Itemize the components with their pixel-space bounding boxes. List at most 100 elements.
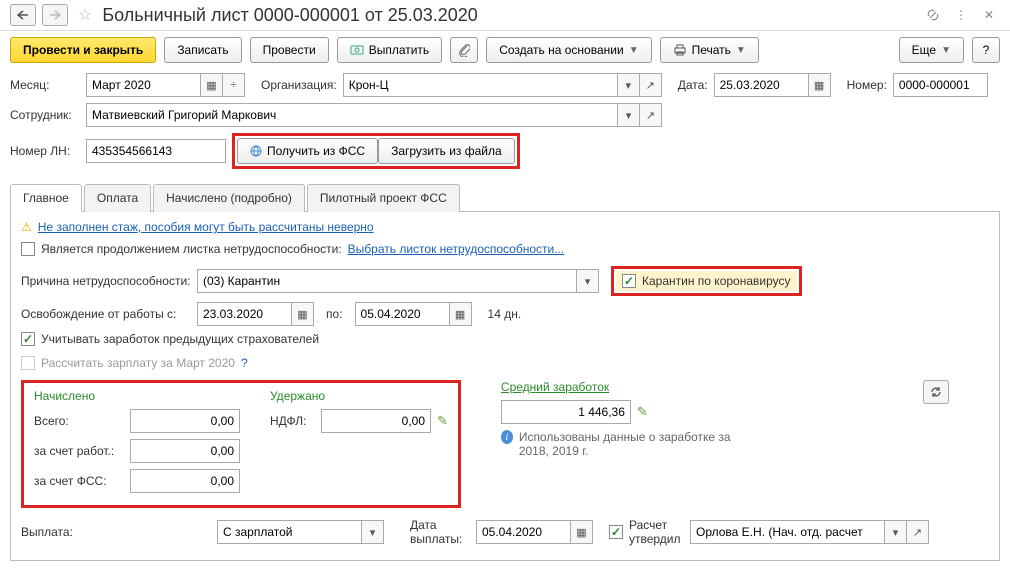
- arrow-left-icon: [17, 10, 29, 20]
- load-file-button[interactable]: Загрузить из файла: [378, 138, 515, 164]
- save-button[interactable]: Записать: [164, 37, 241, 63]
- employer-label: за счет работ.:: [34, 444, 124, 458]
- period-to-input[interactable]: [355, 302, 450, 326]
- continuation-checkbox[interactable]: [21, 242, 35, 256]
- print-label: Печать: [692, 43, 731, 57]
- dropdown-icon[interactable]: ▾: [618, 103, 640, 127]
- avg-input[interactable]: [501, 400, 631, 424]
- employee-label: Сотрудник:: [10, 108, 80, 122]
- org-input[interactable]: [343, 73, 618, 97]
- date-label: Дата:: [678, 78, 708, 92]
- calendar-icon[interactable]: ▦: [571, 520, 593, 544]
- calendar-icon[interactable]: ▦: [450, 302, 472, 326]
- number-label: Номер:: [847, 78, 887, 92]
- calc-salary-help[interactable]: ?: [241, 356, 248, 370]
- help-button[interactable]: ?: [972, 37, 1000, 63]
- paydate-label: Дата выплаты:: [410, 518, 470, 546]
- open-icon[interactable]: ↗: [640, 73, 662, 97]
- period-from-label: Освобождение от работы с:: [21, 307, 191, 321]
- calendar-icon[interactable]: ▦: [292, 302, 314, 326]
- total-label: Всего:: [34, 414, 124, 428]
- print-button[interactable]: Печать ▼: [660, 37, 759, 63]
- period-from-input[interactable]: [197, 302, 292, 326]
- tab-pilot-fss[interactable]: Пилотный проект ФСС: [307, 184, 460, 212]
- printer-icon: [673, 44, 687, 56]
- pencil-icon[interactable]: ✎: [637, 404, 648, 420]
- total-input[interactable]: [130, 409, 240, 433]
- accrued-title: Начислено: [34, 389, 124, 403]
- create-based-button[interactable]: Создать на основании ▼: [486, 37, 651, 63]
- paperclip-icon: [458, 43, 470, 57]
- open-icon[interactable]: ↗: [907, 520, 929, 544]
- chevron-down-icon: ▼: [941, 45, 951, 56]
- period-to-label: по:: [326, 307, 343, 321]
- calc-salary-label: Рассчитать зарплату за Март 2020: [41, 356, 235, 370]
- dropdown-icon[interactable]: ▾: [362, 520, 384, 544]
- tab-accrued-detail[interactable]: Начислено (подробно): [153, 184, 305, 212]
- ndfl-input[interactable]: [321, 409, 431, 433]
- ndfl-label: НДФЛ:: [270, 414, 315, 428]
- globe-icon: [250, 145, 262, 157]
- refresh-icon: [929, 385, 943, 399]
- open-icon[interactable]: ↗: [640, 103, 662, 127]
- ln-input[interactable]: [86, 139, 226, 163]
- approved-checkbox[interactable]: [609, 525, 623, 539]
- post-button[interactable]: Провести: [250, 37, 329, 63]
- pencil-icon[interactable]: ✎: [437, 413, 448, 429]
- dropdown-icon[interactable]: ▾: [885, 520, 907, 544]
- payout-label: Выплата:: [21, 525, 81, 539]
- org-label: Организация:: [261, 78, 337, 92]
- month-label: Месяц:: [10, 78, 80, 92]
- kebab-menu-icon[interactable]: ⋮: [950, 4, 972, 26]
- chevron-down-icon: ▼: [629, 45, 639, 56]
- employer-input[interactable]: [130, 439, 240, 463]
- withheld-title: Удержано: [270, 389, 325, 403]
- tab-main[interactable]: Главное: [10, 184, 82, 212]
- cause-input[interactable]: [197, 269, 577, 293]
- warning-icon: ⚠: [21, 220, 32, 234]
- number-input[interactable]: [893, 73, 988, 97]
- refresh-button[interactable]: [923, 380, 949, 404]
- more-label: Еще: [912, 43, 936, 57]
- tab-payment[interactable]: Оплата: [84, 184, 151, 212]
- link-icon[interactable]: [922, 4, 944, 26]
- page-title: Больничный лист 0000-000001 от 25.03.202…: [102, 5, 916, 26]
- fss-input[interactable]: [130, 469, 240, 493]
- pay-button[interactable]: Выплатить: [337, 37, 443, 63]
- get-fss-label: Получить из ФСС: [267, 144, 365, 158]
- stepper-icon[interactable]: ÷: [223, 73, 245, 97]
- close-icon[interactable]: ✕: [978, 4, 1000, 26]
- warning-link[interactable]: Не заполнен стаж, пособия могут быть рас…: [38, 220, 374, 234]
- choose-sheet-link[interactable]: Выбрать листок нетрудоспособности...: [348, 242, 565, 256]
- continuation-label: Является продолжением листка нетрудоспос…: [41, 242, 342, 256]
- employee-input[interactable]: [86, 103, 618, 127]
- get-fss-button[interactable]: Получить из ФСС: [237, 138, 378, 164]
- cause-label: Причина нетрудоспособности:: [21, 274, 191, 288]
- prev-insurers-checkbox[interactable]: [21, 332, 35, 346]
- payout-input[interactable]: [217, 520, 362, 544]
- fss-label: за счет ФСС:: [34, 474, 124, 488]
- calendar-icon[interactable]: ▦: [201, 73, 223, 97]
- approver-input[interactable]: [690, 520, 885, 544]
- month-input[interactable]: [86, 73, 201, 97]
- dropdown-icon[interactable]: ▾: [618, 73, 640, 97]
- nav-forward-button[interactable]: [42, 4, 68, 26]
- covid-checkbox[interactable]: [622, 274, 636, 288]
- nav-back-button[interactable]: [10, 4, 36, 26]
- avg-earnings-link[interactable]: Средний заработок: [501, 380, 609, 394]
- favorite-star-icon[interactable]: ☆: [78, 5, 92, 25]
- paydate-input[interactable]: [476, 520, 571, 544]
- dropdown-icon[interactable]: ▾: [577, 269, 599, 293]
- prev-insurers-label: Учитывать заработок предыдущих страховат…: [41, 332, 319, 346]
- calendar-icon[interactable]: ▦: [809, 73, 831, 97]
- create-based-label: Создать на основании: [499, 43, 624, 57]
- info-text: Использованы данные о заработке за 2018,…: [519, 430, 761, 458]
- more-button[interactable]: Еще ▼: [899, 37, 964, 63]
- chevron-down-icon: ▼: [736, 45, 746, 56]
- submit-close-button[interactable]: Провести и закрыть: [10, 37, 156, 63]
- approved-label: Расчет утвердил: [629, 518, 684, 546]
- days-text: 14 дн.: [488, 307, 522, 321]
- date-input[interactable]: [714, 73, 809, 97]
- attach-button[interactable]: [450, 37, 478, 63]
- pay-label: Выплатить: [369, 43, 430, 57]
